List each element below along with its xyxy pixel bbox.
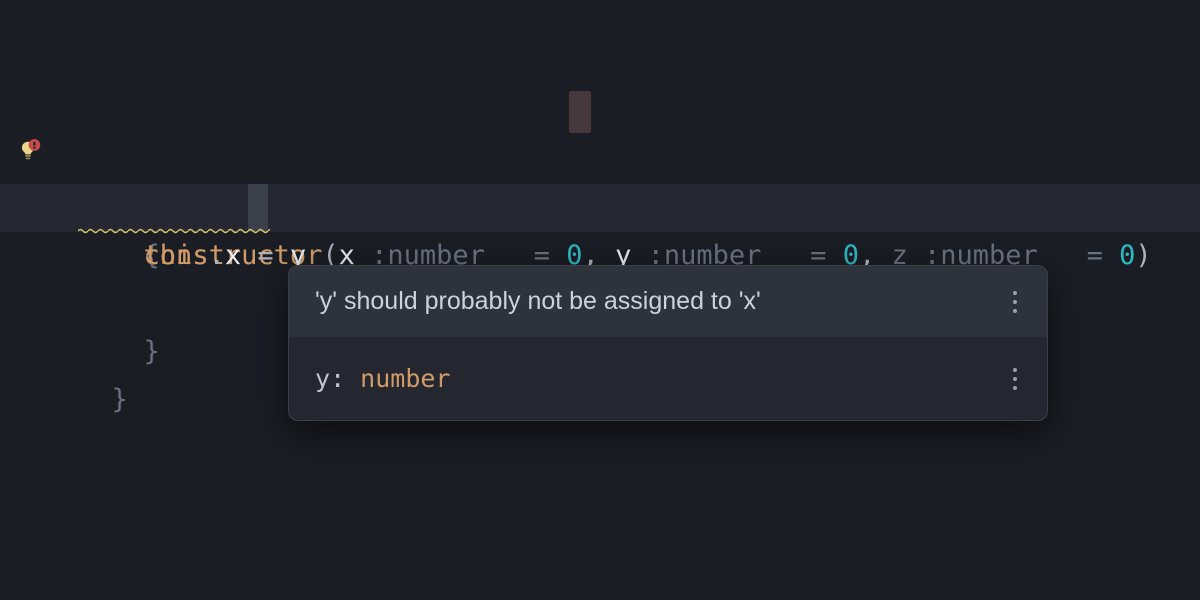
equals: = xyxy=(1087,240,1103,271)
more-vertical-icon[interactable] xyxy=(1007,364,1023,394)
warning-squiggle xyxy=(78,228,270,234)
tooltip-type-row: y: number xyxy=(289,337,1047,420)
tooltip-type: number xyxy=(360,364,450,393)
keyword-this: this xyxy=(144,240,209,271)
hover-tooltip: 'y' should probably not be assigned to '… xyxy=(288,265,1048,421)
more-vertical-icon[interactable] xyxy=(1007,287,1023,317)
code-editor[interactable]: constructor(x :number = 0, y :number = 0… xyxy=(0,0,1200,600)
tooltip-warning-text: 'y' should probably not be assigned to '… xyxy=(315,284,761,319)
lightbulb-error-icon[interactable] xyxy=(14,138,42,166)
tooltip-identifier: y xyxy=(315,364,330,393)
tooltip-warning-row: 'y' should probably not be assigned to '… xyxy=(289,266,1047,337)
code-line[interactable]: constructor(x :number = 0, y :number = 0… xyxy=(0,88,1200,136)
rbrace: } xyxy=(144,336,160,367)
rparen: ) xyxy=(1135,240,1151,271)
tooltip-colon: : xyxy=(330,364,360,393)
assign-op: = xyxy=(241,240,290,271)
property-x: x xyxy=(225,240,241,271)
param-highlight xyxy=(569,91,591,133)
outer-rbrace: } xyxy=(112,384,128,415)
dot: . xyxy=(209,240,225,271)
cursor-column xyxy=(248,184,268,232)
code-line-active[interactable]: this.x = y xyxy=(0,184,1200,232)
code-line[interactable]: { xyxy=(0,136,1200,184)
default-value: 0 xyxy=(1119,240,1135,271)
